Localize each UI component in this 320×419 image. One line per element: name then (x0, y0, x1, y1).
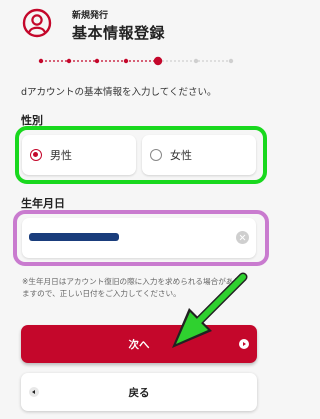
back-button[interactable]: 戻る (21, 373, 257, 411)
gender-option-label: 男性 (50, 149, 72, 162)
registration-page: 新規発行 基本情報登録 dアカウントの基本情報を入力してください。 性別 男性 … (0, 0, 279, 419)
progress-step (66, 58, 72, 64)
next-button-label: 次へ (128, 339, 150, 351)
progress-step (123, 58, 129, 64)
dob-note: ※生年月日はアカウント復旧の際に入力を求められる場合がありますので、正しい日付を… (22, 277, 241, 298)
step-progress-indicator (36, 56, 236, 66)
gender-option-label: 女性 (170, 149, 192, 162)
next-button[interactable]: 次へ (21, 325, 257, 363)
page-header: 新規発行 基本情報登録 (13, 3, 263, 43)
progress-step (193, 58, 199, 64)
header-subtitle: 新規発行 (72, 11, 109, 21)
gender-option-female[interactable]: 女性 (142, 135, 256, 175)
progress-step (228, 58, 234, 64)
dob-input[interactable] (22, 218, 256, 258)
page-title: 基本情報登録 (72, 24, 166, 42)
progress-step (38, 58, 44, 64)
radio-unchecked-icon (150, 149, 162, 161)
back-button-label: 戻る (128, 387, 150, 399)
progress-step (94, 58, 100, 64)
intro-text: dアカウントの基本情報を入力してください。 (21, 87, 217, 98)
progress-step-current (153, 56, 163, 66)
arrow-right-circle-icon (239, 339, 249, 349)
gender-option-male[interactable]: 男性 (22, 135, 136, 175)
clear-circle-icon[interactable] (236, 231, 249, 244)
redacted-value (29, 233, 119, 241)
user-circle-icon (22, 8, 52, 38)
dob-label: 生年月日 (21, 197, 65, 210)
radio-checked-icon (30, 149, 42, 161)
progress-track (38, 56, 234, 66)
